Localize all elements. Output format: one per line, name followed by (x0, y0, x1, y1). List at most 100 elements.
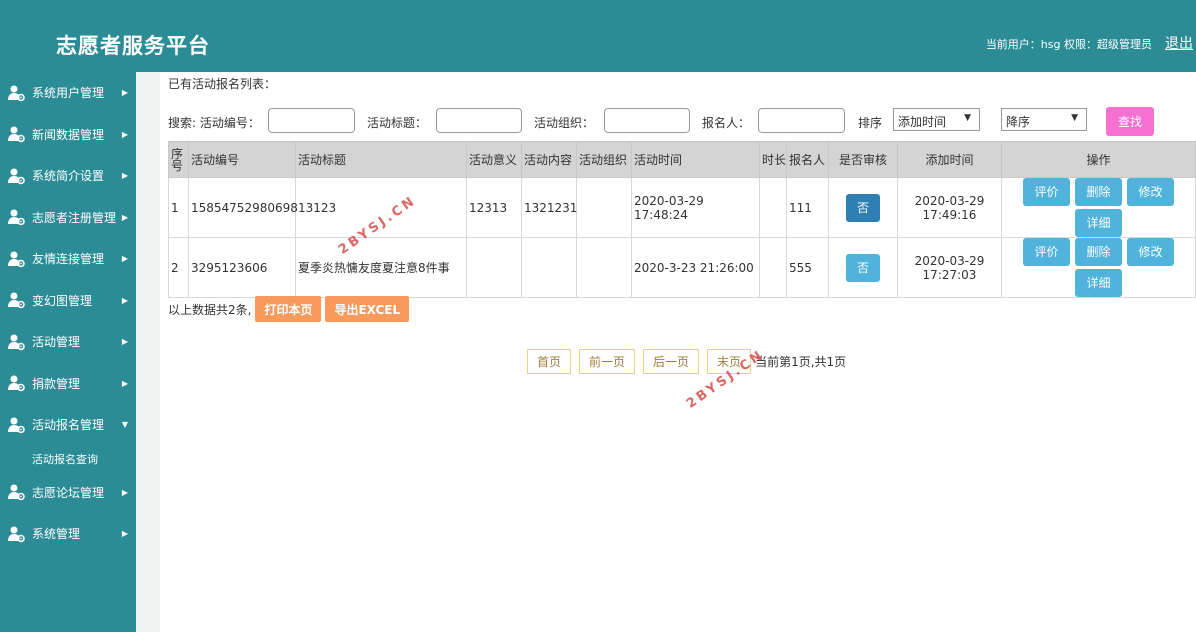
sort-field-value: 添加时间 (898, 115, 947, 129)
column-header: 活动组织 (576, 141, 632, 178)
caret-right-icon: ▶ (121, 212, 128, 222)
caret-right-icon: ▶ (121, 254, 128, 264)
header: 志愿者服务平台 当前用户：hsg 权限：超级管理员 退出 (0, 0, 1196, 72)
operations-cell: 评价 删除 修改 详细 (1001, 237, 1196, 298)
sidebar-item[interactable]: 系统用户管理 ▶ (0, 72, 136, 114)
caret-down-icon: ▼ (1071, 113, 1078, 123)
user-gear-icon (7, 483, 25, 501)
prev-page-button[interactable]: 前一页 (579, 348, 636, 374)
activity-org-input[interactable] (604, 108, 690, 133)
column-header: 是否审核 (828, 141, 898, 178)
table-row: 1 15854752980698 13123 12313 1321231 2020-03-… (168, 177, 1196, 238)
activity-meaning: 12313 (466, 177, 522, 238)
user-gear-icon (7, 333, 25, 351)
sidebar-item-label: 活动报名管理 (32, 418, 105, 433)
caret-down-icon: ▼ (964, 113, 971, 123)
review-button[interactable]: 评价 (1023, 238, 1070, 266)
sidebar-item[interactable]: 友情连接管理 ▶ (0, 238, 136, 280)
user-gear-icon (7, 125, 25, 143)
page-status: 当前第1页,共1页 (755, 354, 847, 369)
caret-right-icon: ▶ (121, 337, 128, 347)
edit-button[interactable]: 修改 (1127, 178, 1174, 206)
caret-right-icon: ▶ (121, 88, 128, 98)
audit-toggle-button[interactable]: 否 (846, 193, 880, 222)
caret-right-icon: ▶ (121, 529, 128, 539)
sidebar-item-label: 系统用户管理 (32, 86, 105, 101)
activity-org (576, 177, 632, 238)
sidebar-item[interactable]: 系统简介设置 ▶ (0, 155, 136, 197)
activity-time: 2020-03-29 17:48:24 (631, 177, 760, 238)
search-code-label: 搜索: 活动编号： (168, 116, 260, 130)
last-page-button[interactable]: 末页 (707, 348, 752, 374)
person-input[interactable] (758, 108, 845, 133)
search-person-label: 报名人： (702, 116, 751, 130)
detail-button[interactable]: 详细 (1075, 209, 1122, 237)
detail-button[interactable]: 详细 (1075, 269, 1122, 297)
section-title: 已有活动报名列表： (168, 77, 277, 91)
user-gear-icon (7, 84, 25, 102)
sidebar-item[interactable]: 捐款管理 ▶ (0, 363, 136, 405)
added-date: 2020-03-29 (914, 193, 985, 208)
user-gear-icon (7, 167, 25, 185)
user-gear-icon (7, 525, 25, 543)
column-header: 操作 (1001, 141, 1196, 178)
sidebar-item[interactable]: 系统管理 ▶ (0, 513, 136, 555)
activity-code: 3295123606 (188, 237, 296, 298)
table-header-row: 序号 活动编号 活动标题 活动意义 活动内容 活动组织 活动时间 时长 报名人 是否审核 添加时间操… (168, 141, 1196, 178)
main-content: 已有活动报名列表： 搜索: 活动编号： 活动标题： 活动组织： 报名人： 排序 … (160, 72, 1196, 632)
edit-button[interactable]: 修改 (1127, 238, 1174, 266)
search-org-label: 活动组织： (534, 116, 595, 130)
caret-down-icon: ▼ (121, 420, 128, 430)
app-title: 志愿者服务平台 (56, 33, 210, 58)
sort-field-select[interactable]: 添加时间 ▼ (893, 108, 980, 131)
user-info: 当前用户：hsg 权限：超级管理员 (985, 38, 1152, 51)
activity-title-input[interactable] (436, 108, 522, 133)
column-header: 活动编号 (188, 141, 296, 178)
sidebar-item-label: 捐款管理 (32, 376, 81, 391)
sidebar-item[interactable]: 变幻图管理 ▶ (0, 280, 136, 322)
registrant: 111 (786, 177, 829, 238)
sort-order-select[interactable]: 降序 ▼ (1001, 108, 1087, 131)
added-time-cell: 2020-03-29 17:49:16 (897, 177, 1002, 238)
column-header: 活动时间 (631, 141, 760, 178)
column-header: 添加时间 (897, 141, 1002, 178)
search-title-label: 活动标题： (367, 116, 428, 130)
caret-right-icon: ▶ (121, 378, 128, 388)
audit-cell: 否 (828, 237, 898, 298)
sidebar-item[interactable]: 志愿者注册管理 ▶ (0, 197, 136, 239)
activity-duration (759, 237, 787, 298)
registrant: 555 (786, 237, 829, 298)
audit-toggle-button[interactable]: 否 (846, 253, 880, 282)
activity-title: 13123 (295, 177, 467, 238)
activity-org (576, 237, 632, 298)
export-excel-button[interactable]: 导出EXCEL (325, 296, 410, 322)
table-row: 2 3295123606 夏季炎热慵友度夏注意8件事 2020-3-23 21:26:… (168, 237, 1196, 298)
next-page-button[interactable]: 后一页 (643, 348, 700, 374)
search-button[interactable]: 查找 (1106, 107, 1154, 136)
first-page-button[interactable]: 首页 (527, 348, 572, 374)
sidebar: 系统用户管理 ▶ 新闻数据管理 ▶ 系统简介设置 ▶ 志愿者注册管理 ▶ 友情连接管理 ▶ 变幻图管… (0, 72, 136, 632)
sidebar-item[interactable]: 活动报名管理 ▼ (0, 404, 136, 446)
activity-content (521, 237, 577, 298)
sidebar-item-label: 系统管理 (32, 527, 81, 542)
added-time: 17:27:03 (922, 267, 977, 282)
activity-meaning (466, 237, 522, 298)
logout-link[interactable]: 退出 (1165, 33, 1193, 53)
user-gear-icon (7, 374, 25, 392)
caret-right-icon: ▶ (121, 295, 128, 305)
sidebar-item[interactable]: 活动管理 ▶ (0, 321, 136, 363)
print-button[interactable]: 打印本页 (255, 296, 322, 322)
activity-code-input[interactable] (268, 108, 355, 133)
delete-button[interactable]: 删除 (1075, 178, 1122, 206)
sidebar-item-label: 新闻数据管理 (32, 127, 105, 142)
delete-button[interactable]: 删除 (1075, 238, 1122, 266)
sidebar-item[interactable]: 新闻数据管理 ▶ (0, 114, 136, 156)
record-count: 以上数据共2条, (168, 302, 252, 317)
activity-content: 1321231 (521, 177, 577, 238)
sidebar-subitem[interactable]: 活动报名查询 (0, 446, 136, 472)
activity-code: 15854752980698 (188, 177, 298, 238)
sidebar-item[interactable]: 志愿论坛管理 ▶ (0, 472, 136, 514)
review-button[interactable]: 评价 (1023, 178, 1070, 206)
sort-label: 排序 (858, 116, 883, 130)
user-gear-icon (7, 208, 25, 226)
